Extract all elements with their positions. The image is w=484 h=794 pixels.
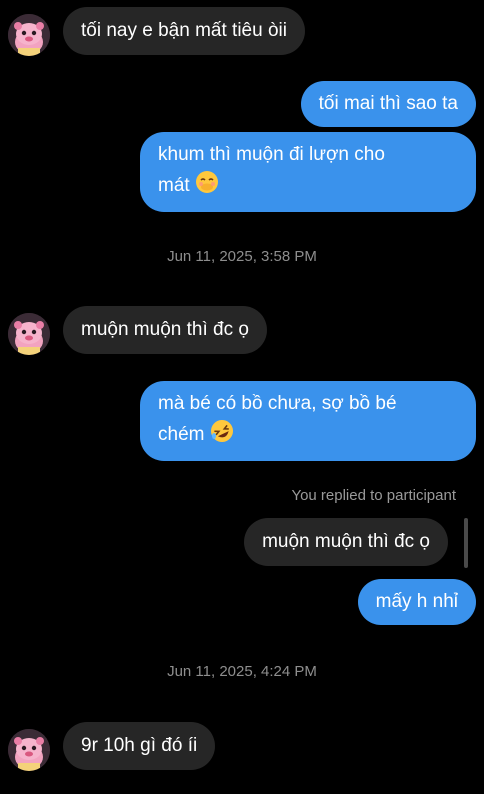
message-text: 9r 10h gì đó íi: [81, 735, 198, 756]
contact-avatar[interactable]: [8, 313, 50, 355]
contact-avatar[interactable]: [8, 729, 50, 771]
message-text: khum thì muộn đi lượn cho: [158, 144, 385, 165]
outgoing-message[interactable]: mấy h nhỉ: [357, 579, 476, 625]
incoming-message[interactable]: 9r 10h gì đó íi: [63, 722, 216, 770]
pink-axolotl-avatar-icon: [8, 313, 50, 355]
rolling-on-floor-laughing-emoji-icon: [210, 419, 234, 453]
incoming-message[interactable]: tối nay e bận mất tiêu òii: [63, 7, 305, 55]
message-text: tối nay e bận mất tiêu òii: [81, 20, 287, 41]
smiling-face-with-hand-over-mouth-emoji-icon: [195, 170, 219, 204]
quoted-message[interactable]: muộn muộn thì đc ọ: [244, 518, 448, 566]
message-text: chém: [158, 424, 205, 445]
message-text: mà bé có bồ chưa, sợ bồ bé: [158, 393, 397, 414]
reply-indicator-bar: [464, 518, 468, 568]
outgoing-message[interactable]: khum thì muộn đi lượn cho mát: [140, 132, 476, 212]
reply-label: You replied to participant: [291, 487, 456, 504]
message-text: tối mai thì sao ta: [318, 93, 458, 114]
outgoing-message[interactable]: mà bé có bồ chưa, sợ bồ bé chém: [140, 381, 476, 461]
pink-axolotl-avatar-icon: [8, 14, 50, 56]
message-text: muộn muộn thì đc ọ: [262, 531, 430, 552]
timestamp: Jun 11, 2025, 3:58 PM: [167, 248, 317, 265]
message-text: mấy h nhỉ: [375, 591, 458, 612]
pink-axolotl-avatar-icon: [8, 729, 50, 771]
incoming-message[interactable]: muộn muộn thì đc ọ: [63, 306, 267, 354]
outgoing-message[interactable]: tối mai thì sao ta: [300, 81, 476, 127]
timestamp: Jun 11, 2025, 4:24 PM: [167, 663, 317, 680]
contact-avatar[interactable]: [8, 14, 50, 56]
message-text: muộn muộn thì đc ọ: [81, 319, 249, 340]
message-text: mát: [158, 175, 190, 196]
